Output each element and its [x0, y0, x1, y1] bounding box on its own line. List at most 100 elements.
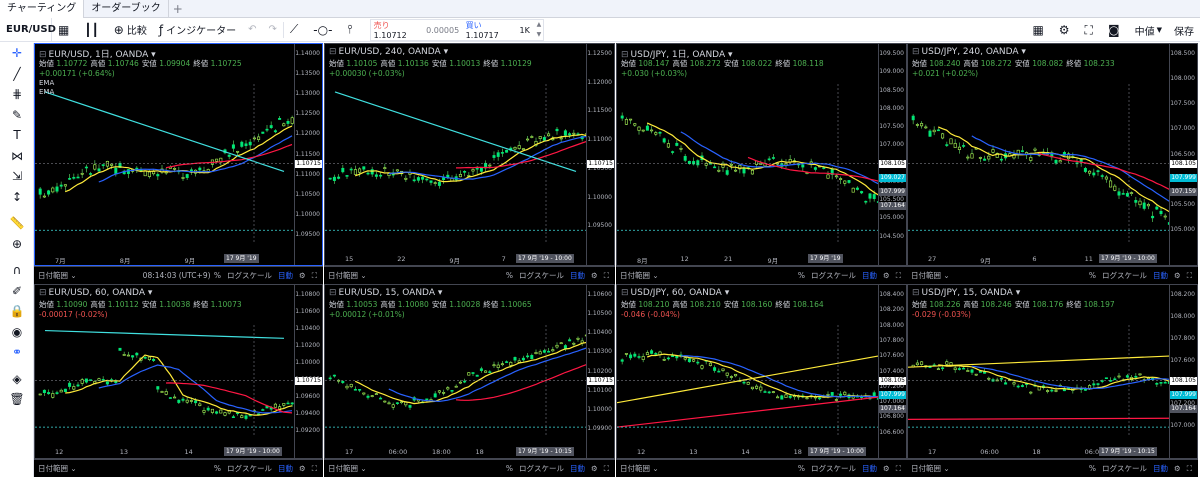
log-scale-toggle[interactable]: ログスケール [1102, 270, 1147, 281]
gear-icon[interactable]: ⚙ [591, 271, 598, 280]
date-range-button[interactable]: 日付範囲 ⌄ [328, 270, 367, 281]
percent-toggle[interactable]: % [1089, 271, 1096, 280]
chevron-down-icon[interactable]: ▾ [435, 288, 443, 298]
percent-toggle[interactable]: % [1089, 464, 1096, 473]
buy-button[interactable]: 買い 1.10717 [463, 20, 515, 40]
pane-title[interactable]: ⊟ USD/JPY, 15, OANDA ▾ [912, 288, 1020, 298]
gear-icon[interactable]: ⚙ [883, 464, 890, 473]
prediction-icon[interactable]: ⇲ [0, 166, 34, 187]
fullscreen-icon[interactable]: ⛶ [312, 464, 317, 474]
save-button[interactable]: 保存 [1168, 18, 1200, 42]
auto-scale-toggle[interactable]: 目動 [1153, 463, 1168, 474]
percent-toggle[interactable]: % [798, 464, 805, 473]
date-range-button[interactable]: 日付範囲 ⌄ [620, 463, 659, 474]
price-axis[interactable]: 108.400 108.200 108.000 107.800 107.600 107.4… [878, 285, 906, 458]
date-range-button[interactable]: 日付範囲 ⌄ [911, 270, 950, 281]
eye-icon[interactable]: ◉ [0, 322, 34, 343]
chart-pane[interactable]: ⊟ USD/JPY, 240, OANDA ▾ 始値 108.240 高値 108.2… [907, 43, 1198, 266]
price-axis[interactable]: 1.10600 1.10500 1.10400 1.10300 1.10200 1.101… [586, 285, 614, 458]
chart-pane[interactable]: ⊟ EUR/USD, 60, OANDA ▾ 始値 1.10090 高値 1.1011… [34, 284, 323, 459]
log-scale-toggle[interactable]: ログスケール [811, 463, 856, 474]
fullscreen-icon[interactable]: ⛶ [604, 271, 609, 281]
price-axis[interactable]: 1.14000 1.13500 1.13000 1.12500 1.12000 1.115… [294, 44, 322, 265]
collapse-icon[interactable]: ⊟ [329, 47, 337, 57]
log-scale-toggle[interactable]: ログスケール [227, 270, 272, 281]
chevron-down-icon[interactable]: ▾ [1013, 288, 1021, 298]
quantity-stepper[interactable]: ▲ ▼ [535, 20, 544, 40]
pane-title[interactable]: ⊟ USD/JPY, 240, OANDA ▾ [912, 47, 1026, 57]
settings-button[interactable]: ⚙ [1053, 18, 1079, 42]
price-source-select[interactable]: 中値 ▼ [1129, 18, 1168, 42]
price-axis[interactable]: 1.108001.106001.104001.102001.100001.098… [294, 285, 322, 458]
price-axis[interactable]: 109.500 109.000 108.500 108.000 107.500 107.0… [878, 44, 906, 265]
auto-scale-toggle[interactable]: 目動 [570, 270, 585, 281]
order-button[interactable]: ⫯ [341, 18, 361, 42]
indicators-button[interactable]: ƒ インジケーター [153, 18, 242, 42]
date-range-button[interactable]: 日付範囲 ⌄ [620, 270, 659, 281]
layout-button[interactable]: ▦ [1026, 18, 1052, 42]
date-range-button[interactable]: 日付範囲 ⌄ [38, 270, 77, 281]
collapse-icon[interactable]: ⊟ [912, 47, 920, 57]
pane-title[interactable]: ⊟ EUR/USD, 15, OANDA ▾ [329, 288, 442, 298]
percent-toggle[interactable]: % [214, 271, 221, 280]
fullscreen-button[interactable]: ⛶ [1079, 18, 1102, 42]
auto-scale-toggle[interactable]: 目動 [862, 270, 877, 281]
gear-icon[interactable]: ⚙ [591, 464, 598, 473]
trendline-icon[interactable]: ╱ [0, 64, 34, 85]
auto-scale-toggle[interactable]: 目動 [278, 463, 293, 474]
horizontal-line-button[interactable]: -○- [307, 18, 341, 42]
snapshot-button[interactable]: ◙ [1102, 18, 1129, 42]
ruler-icon[interactable]: 📏 [0, 213, 34, 234]
fullscreen-icon[interactable]: ⛶ [1187, 271, 1192, 281]
price-axis[interactable]: 108.200108.000107.800107.600107.400107.2… [1169, 285, 1197, 458]
chevron-down-icon[interactable]: ▾ [722, 288, 730, 298]
collapse-icon[interactable]: ⊟ [621, 288, 629, 298]
trash-icon[interactable]: 🗑 [0, 389, 34, 410]
auto-scale-toggle[interactable]: 目動 [570, 463, 585, 474]
percent-toggle[interactable]: % [506, 271, 513, 280]
log-scale-toggle[interactable]: ログスケール [1102, 463, 1147, 474]
layers-icon[interactable]: ◈ [0, 369, 34, 390]
gear-icon[interactable]: ⚙ [299, 464, 306, 473]
percent-toggle[interactable]: % [214, 464, 221, 473]
gear-icon[interactable]: ⚙ [1174, 271, 1181, 280]
fib-icon[interactable]: ⋕ [0, 84, 34, 105]
chart-pane[interactable]: ⊟ EUR/USD, 1日, OANDA ▾ 始値 1.10772 高値 1.1074… [34, 43, 323, 266]
fullscreen-icon[interactable]: ⛶ [896, 464, 901, 474]
gear-icon[interactable]: ⚙ [883, 271, 890, 280]
symbol-search[interactable]: EUR/USD [0, 17, 56, 42]
pane-title[interactable]: ⊟ EUR/USD, 240, OANDA ▾ [329, 47, 448, 57]
clock-label[interactable]: 08:14:03 (UTC+9) [143, 271, 211, 280]
chart-pane[interactable]: ⊟ EUR/USD, 240, OANDA ▾ 始値 1.10105 高値 1.101… [324, 43, 615, 266]
tab-orderbook[interactable]: オーダーブック [84, 0, 169, 18]
compare-button[interactable]: ⊕ 比較 [108, 18, 153, 42]
link-icon[interactable]: ⚭ [0, 342, 34, 363]
lock-drawing-icon[interactable]: ✐ [0, 281, 34, 302]
date-range-button[interactable]: 日付範囲 ⌄ [328, 463, 367, 474]
pattern-icon[interactable]: ⋈ [0, 146, 34, 167]
quantity-field[interactable]: 1K [515, 20, 535, 40]
price-axis[interactable]: 108.500108.000107.500107.000106.500106.0… [1169, 44, 1197, 265]
auto-scale-toggle[interactable]: 目動 [1153, 270, 1168, 281]
collapse-icon[interactable]: ⊟ [39, 288, 47, 298]
chart-type-button[interactable]: ┃┃ [78, 18, 107, 42]
collapse-icon[interactable]: ⊟ [329, 288, 337, 298]
add-tab-icon[interactable]: + [169, 0, 187, 18]
percent-toggle[interactable]: % [506, 464, 513, 473]
percent-toggle[interactable]: % [798, 271, 805, 280]
chevron-down-icon[interactable]: ▾ [145, 288, 153, 298]
chevron-down-icon[interactable]: ▾ [441, 47, 449, 57]
lock-icon[interactable]: 🔒 [0, 301, 34, 322]
log-scale-toggle[interactable]: ログスケール [519, 463, 564, 474]
log-scale-toggle[interactable]: ログスケール [811, 270, 856, 281]
text-icon[interactable]: T [0, 125, 34, 146]
log-scale-toggle[interactable]: ログスケール [519, 270, 564, 281]
fullscreen-icon[interactable]: ⛶ [312, 271, 317, 281]
crosshair-icon[interactable]: ✛ [0, 43, 34, 64]
zoom-icon[interactable]: ⊕ [0, 234, 34, 255]
chart-pane[interactable]: ⊟ EUR/USD, 15, OANDA ▾ 始値 1.10053 高値 1.1008… [324, 284, 615, 459]
redo-button[interactable]: ↷ [262, 18, 282, 42]
draw-line-button[interactable]: ⟋ [284, 18, 307, 42]
date-range-button[interactable]: 日付範囲 ⌄ [38, 463, 77, 474]
gear-icon[interactable]: ⚙ [299, 271, 306, 280]
